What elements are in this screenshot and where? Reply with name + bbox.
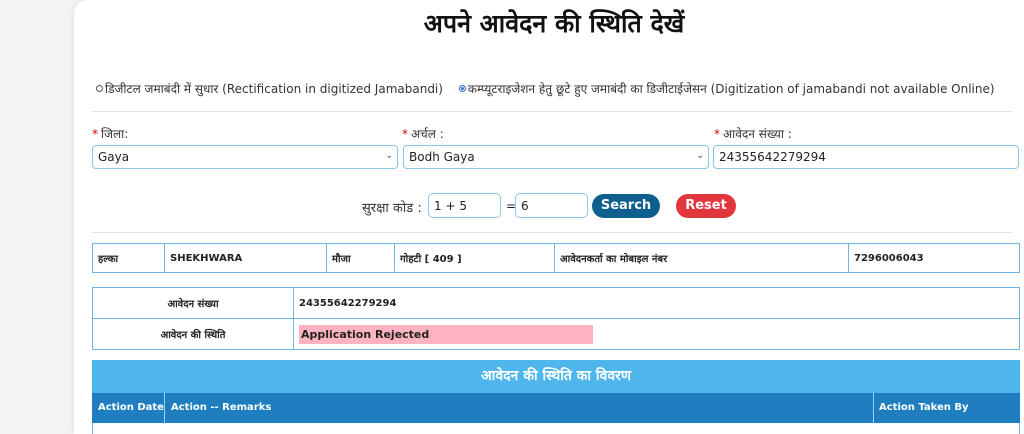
district-select-value: Gaya: [98, 150, 130, 164]
halka-label: हल्का: [92, 243, 165, 273]
table-row: आवेदन की स्थिति Application Rejected: [92, 318, 1020, 350]
chevron-down-icon: ⌄: [696, 151, 704, 161]
table-row: हल्का SHEKHWARA मौजा गोहटी [ 409 ] आवेदन…: [92, 243, 1020, 273]
radio-rectification-label: डिजीटल जमाबंदी में सुधार (Rectification …: [105, 82, 443, 96]
column-action-remarks: Action -- Remarks: [171, 402, 272, 413]
mobile-value: 7296006043: [848, 243, 1020, 273]
captcha-answer-input[interactable]: 6: [515, 193, 588, 218]
divider: [92, 111, 1012, 112]
info-table: हल्का SHEKHWARA मौजा गोहटी [ 409 ] आवेदन…: [92, 243, 1020, 273]
radio-rectification-dot[interactable]: [96, 85, 103, 92]
captcha-expression-field: 1 + 5: [428, 193, 501, 218]
details-table-header: Action Date Action -- Remarks Action Tak…: [92, 393, 1020, 423]
column-action-date: Action Date: [98, 402, 164, 413]
district-label: * जिला:: [92, 127, 129, 141]
form-type-radios: डिजीटल जमाबंदी में सुधार (Rectification …: [96, 80, 1007, 97]
application-no-input[interactable]: 24355642279294: [713, 145, 1019, 169]
circle-label: * अर्चल :: [402, 127, 444, 141]
details-banner: आवेदन की स्थिति का विवरण: [92, 360, 1020, 393]
circle-select[interactable]: Bodh Gaya ⌄: [403, 145, 709, 169]
app-no-label: आवेदन संख्या: [92, 287, 294, 319]
status-label: आवेदन की स्थिति: [92, 318, 294, 350]
divider: [92, 232, 1012, 233]
status-badge: Application Rejected: [299, 324, 593, 344]
application-no-label: * आवेदन संख्या :: [714, 127, 792, 141]
search-button[interactable]: Search: [592, 194, 660, 218]
radio-digitization-dot[interactable]: [458, 85, 466, 92]
mobile-label: आवेदनकर्ता का मोबाइल नंबर: [554, 243, 849, 273]
table-row: आवेदन संख्या 24355642279294: [92, 287, 1020, 319]
column-divider: [873, 393, 874, 423]
mauja-label: मौजा: [326, 243, 395, 273]
page-title: अपने आवेदन की स्थिति देखें: [423, 9, 685, 38]
halka-value: SHEKHWARA: [164, 243, 327, 273]
circle-select-value: Bodh Gaya: [409, 150, 475, 164]
app-no-value: 24355642279294: [293, 287, 1020, 319]
radio-rectification[interactable]: डिजीटल जमाबंदी में सुधार (Rectification …: [96, 80, 443, 97]
column-divider: [164, 393, 165, 423]
radio-digitization-label: कम्प्यूटराइजेशन हेतु छूटे हुए जमाबंदी का…: [467, 82, 995, 96]
captcha-label: सुरक्षा कोड :: [362, 201, 422, 216]
reset-button[interactable]: Reset: [676, 194, 736, 218]
column-action-taken-by: Action Taken By: [879, 402, 969, 413]
mauja-value: गोहटी [ 409 ]: [394, 243, 555, 273]
radio-digitization[interactable]: कम्प्यूटराइजेशन हेतु छूटे हुए जमाबंदी का…: [458, 80, 995, 97]
details-table-body: [92, 423, 1020, 434]
chevron-down-icon: ⌄: [385, 151, 393, 161]
district-select[interactable]: Gaya ⌄: [92, 145, 398, 169]
status-cell: Application Rejected: [293, 318, 1020, 350]
main-panel: अपने आवेदन की स्थिति देखें डिजीटल जमाबंद…: [74, 0, 1024, 434]
status-table: आवेदन संख्या 24355642279294 आवेदन की स्थ…: [92, 287, 1020, 350]
